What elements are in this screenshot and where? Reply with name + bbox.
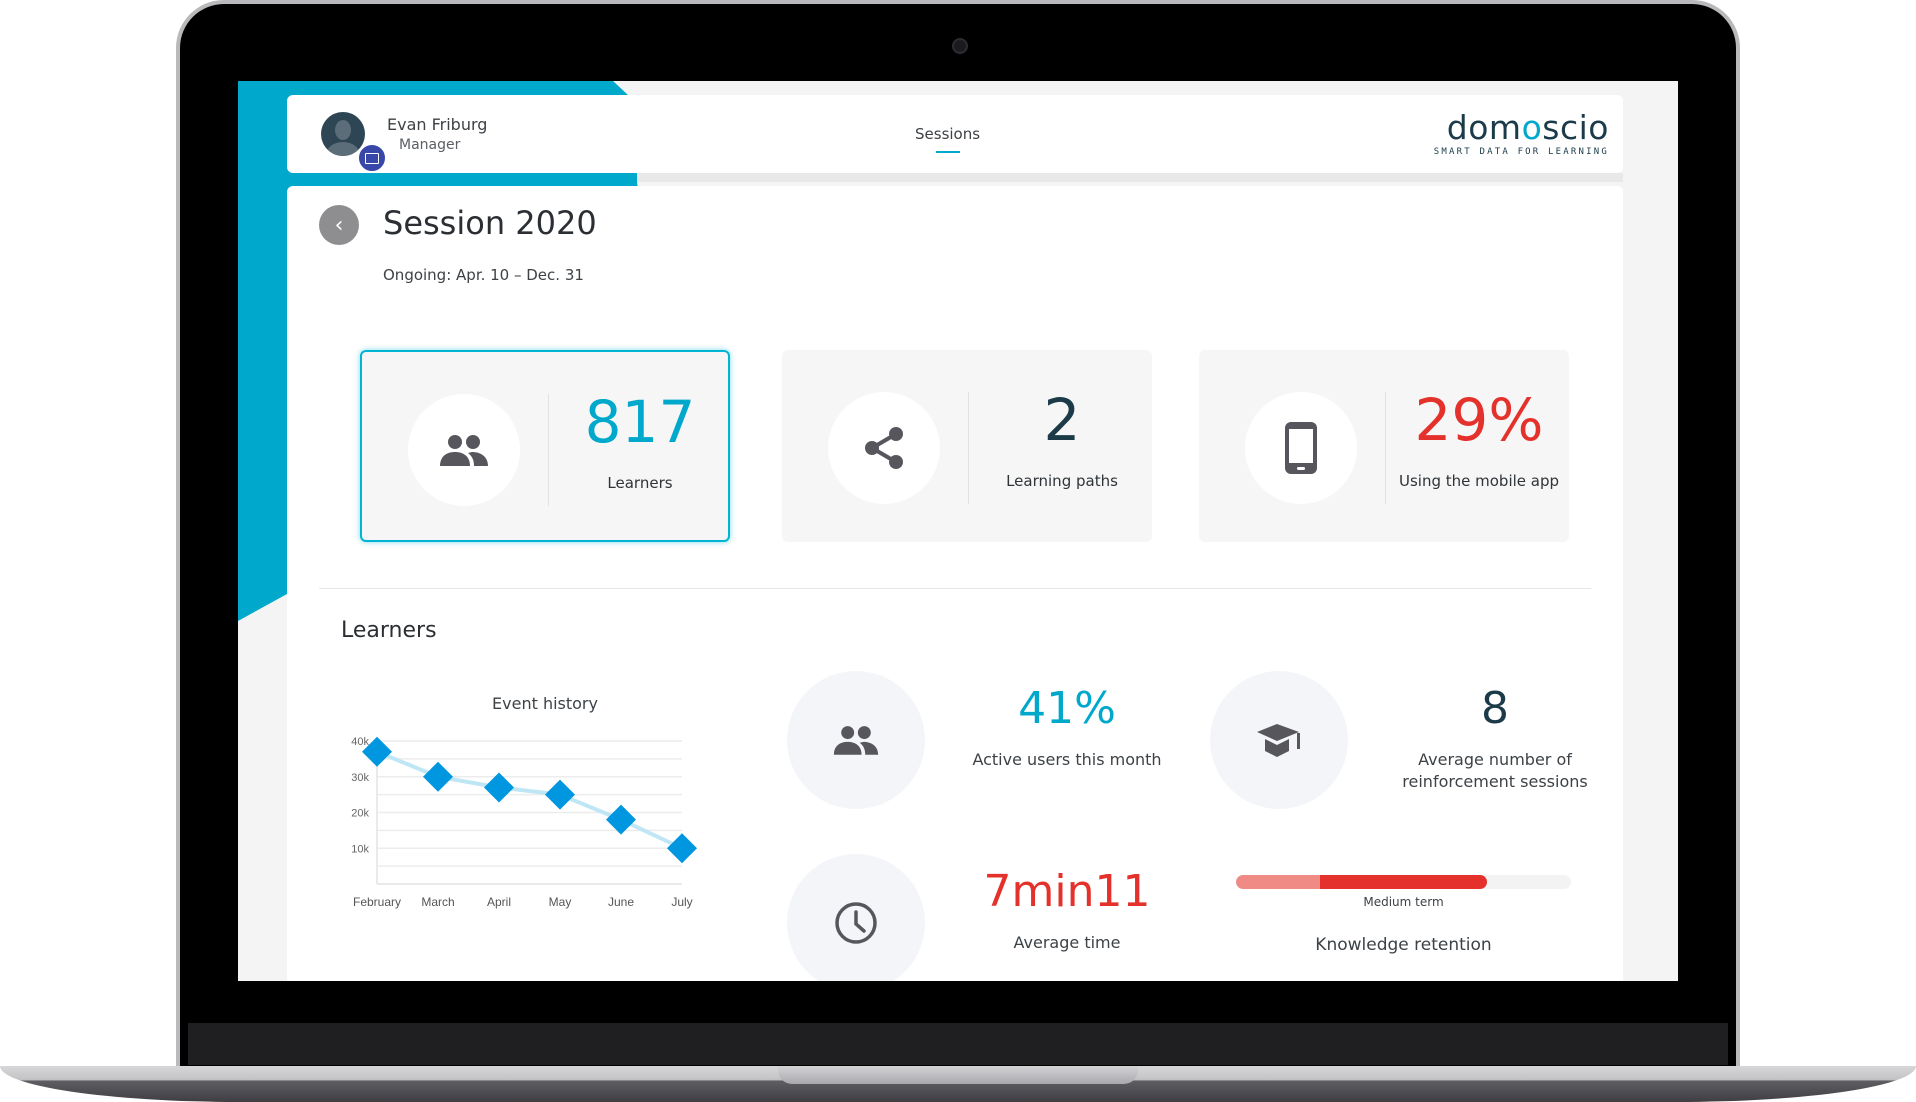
logo-text-b: o [1521, 108, 1543, 147]
back-button[interactable]: ‹ [319, 205, 359, 245]
y-tick-label: 30k [351, 772, 369, 784]
main-panel: ‹ Session 2020 Ongoing: Apr. 10 – Dec. 3… [287, 186, 1623, 981]
stat-value: 7min11 [983, 866, 1151, 917]
kpi-icon-circle [828, 392, 940, 504]
stat-label-line2: reinforcement sessions [1402, 772, 1588, 791]
header-underline [287, 173, 1623, 182]
manager-badge-icon [357, 143, 387, 173]
kpi-label: Using the mobile app [1398, 472, 1560, 490]
stat-average-time: 7min11 Average time [787, 854, 1187, 981]
chevron-left-icon: ‹ [334, 212, 344, 238]
screen: Evan Friburg Manager Sessions domoscio S… [238, 81, 1678, 981]
kpi-value: 817 [584, 388, 696, 456]
retention-title: Knowledge retention [1315, 935, 1492, 955]
laptop-chin [188, 1023, 1728, 1065]
kpi-card-learning-paths[interactable]: 2 Learning paths [782, 350, 1152, 542]
people-icon [440, 435, 488, 466]
x-tick-label: May [549, 895, 572, 909]
x-tick-label: March [421, 895, 454, 909]
stat-label-line1: Average number of [1418, 750, 1572, 769]
y-tick-label: 40k [351, 736, 369, 748]
retention-bar-short-term [1236, 875, 1320, 889]
stat-value: 41% [1018, 683, 1116, 734]
user-profile[interactable]: Evan Friburg Manager [321, 112, 487, 156]
stat-reinforcement-sessions: 8 Average number of reinforcement sessio… [1210, 671, 1610, 811]
x-tick-label: February [353, 895, 401, 909]
retention-bar [1236, 875, 1571, 889]
stat-label: Active users this month [972, 750, 1162, 769]
logo-text-c: scio [1542, 108, 1609, 147]
retention-bar-medium-term [1319, 875, 1488, 889]
kpi-label: Learning paths [1006, 472, 1118, 490]
nav-tab-sessions[interactable]: Sessions [915, 125, 980, 153]
chart-title: Event history [492, 694, 598, 713]
camera [952, 38, 968, 54]
section-title-learners: Learners [341, 618, 437, 643]
graduation-cap-icon [1257, 724, 1300, 757]
session-dates: Ongoing: Apr. 10 – Dec. 31 [383, 266, 584, 284]
stat-label: Average number of reinforcement sessions [1380, 749, 1610, 793]
section-divider [319, 588, 1591, 589]
kpi-icon-circle [408, 394, 520, 506]
data-point[interactable] [667, 833, 697, 864]
retention-term-label: Medium term [1363, 895, 1444, 909]
data-point[interactable] [423, 761, 453, 792]
kpi-icon-circle [1245, 392, 1357, 504]
stat-icon-circle [1210, 671, 1348, 809]
stat-value: 8 [1481, 683, 1509, 734]
people-icon [833, 726, 879, 755]
y-tick-label: 10k [351, 843, 369, 855]
stat-label: Average time [1013, 933, 1121, 952]
user-name: Evan Friburg [387, 115, 488, 134]
knowledge-retention: Medium term Knowledge retention [1236, 875, 1571, 955]
active-tab-indicator [935, 151, 960, 153]
kpi-card-mobile-app[interactable]: 29% Using the mobile app [1199, 350, 1569, 542]
kpi-value: 2 [1043, 386, 1081, 454]
user-role: Manager [399, 137, 461, 153]
x-tick-label: July [671, 895, 692, 909]
laptop-notch [778, 1066, 1138, 1084]
clock-icon [835, 902, 877, 944]
stat-icon-circle [787, 854, 925, 981]
kpi-card-learners[interactable]: 817 Learners [360, 350, 730, 542]
top-bar: Evan Friburg Manager Sessions domoscio S… [287, 95, 1623, 173]
logo[interactable]: domoscio SMART DATA FOR LEARNING [1433, 108, 1609, 158]
mobile-icon [1285, 422, 1317, 474]
logo-tagline: SMART DATA FOR LEARNING [1433, 147, 1609, 157]
page-title: Session 2020 [383, 204, 597, 242]
series-line [376, 749, 683, 851]
kpi-label: Learners [607, 474, 673, 492]
event-history-chart: 10k 20k 30k 40k February March April May June Jul… [351, 736, 697, 909]
nav-tab-sessions-label: Sessions [915, 125, 981, 143]
data-point[interactable] [545, 779, 575, 810]
kpi-value: 29% [1414, 386, 1544, 454]
share-icon [865, 427, 903, 469]
stat-active-users: 41% Active users this month [787, 671, 1187, 811]
logo-text-a: dom [1446, 108, 1522, 147]
x-tick-label: April [487, 895, 511, 909]
y-tick-label: 20k [351, 808, 369, 820]
stat-icon-circle [787, 671, 925, 809]
x-tick-label: June [608, 895, 634, 909]
